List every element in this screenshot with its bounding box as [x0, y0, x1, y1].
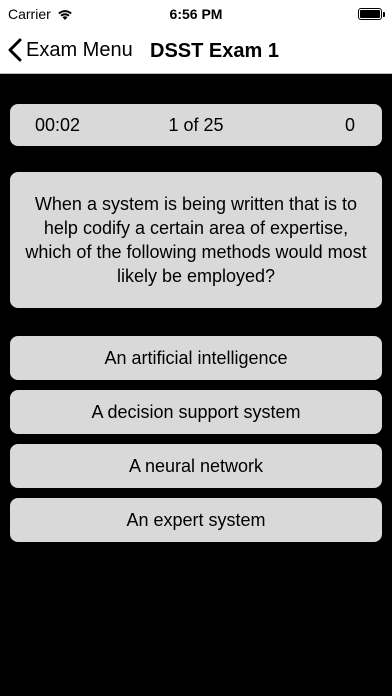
status-bar: Carrier 6:56 PM [0, 0, 392, 30]
quiz-status-bar: 00:02 1 of 25 0 [10, 104, 382, 146]
answer-option-1[interactable]: An artificial intelligence [10, 336, 382, 380]
chevron-left-icon [8, 38, 22, 62]
score: 0 [344, 115, 355, 135]
nav-divider [0, 73, 392, 74]
navigation-bar: Exam Menu DSST Exam 1 [0, 30, 392, 74]
answer-option-2[interactable]: A decision support system [10, 390, 382, 434]
page-title: DSST Exam 1 [150, 40, 279, 62]
answer-option-4[interactable]: An expert system [10, 498, 382, 542]
status-time: 6:56 PM [169, 6, 223, 22]
back-button[interactable]: Exam Menu [8, 38, 133, 62]
battery-icon [358, 8, 385, 20]
question-progress: 1 of 25 [168, 115, 224, 135]
question-text: When a system is being written that is t… [10, 172, 382, 308]
back-button-label: Exam Menu [26, 38, 133, 61]
answer-option-3[interactable]: A neural network [10, 444, 382, 488]
